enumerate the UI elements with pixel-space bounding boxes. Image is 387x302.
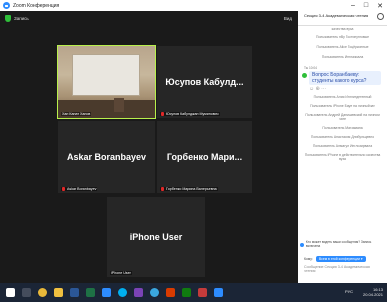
chrome-icon[interactable] (38, 288, 47, 297)
recording-label[interactable]: Запись (14, 16, 29, 21)
system-message: Пользователь Alice Гоцёрконные (316, 45, 369, 49)
avatar (302, 73, 307, 78)
zoom-icon[interactable] (102, 288, 111, 297)
participant-name-tag: Хан Канат Ханов (61, 112, 92, 116)
participant-name: Askar Boranbayev (67, 187, 97, 191)
word-icon[interactable] (70, 288, 79, 297)
system-message: Пользователь Алия Инглитдетенный (313, 95, 372, 99)
chat-panel: Секция 3-4 Академическая чтения качества… (298, 11, 387, 283)
video-tile[interactable]: Askar Boranbayev Askar Boranbayev (58, 121, 155, 193)
window-title: Zoom Конференция (13, 2, 60, 9)
window-controls: – □ ✕ (351, 0, 383, 11)
chair-in-video (114, 98, 124, 112)
recipient-row: Кому: Всем в этой конференции ▾ (304, 256, 366, 262)
clock[interactable]: 16:13 20.04.2021 (363, 287, 383, 297)
system-message: Пользователь iPhone Бауе на личныйчат (310, 104, 375, 108)
excel-icon[interactable] (86, 288, 95, 297)
skype-icon[interactable] (118, 288, 127, 297)
zoom-logo-icon (3, 2, 10, 9)
participant-name-tag: Askar Boranbayev (61, 187, 98, 191)
search-icon[interactable] (22, 288, 31, 297)
minimize-button[interactable]: – (351, 2, 355, 9)
participant-display-name: Юсупов Кабулд... (165, 77, 244, 87)
participant-display-name: iPhone User (129, 232, 183, 242)
mic-muted-icon (161, 112, 164, 116)
system-tray-language[interactable]: РУС (345, 289, 353, 294)
message-sender: Ты 10:04 (304, 66, 317, 70)
system-message: Пользователь Алмагул Инглозирвала (312, 144, 373, 148)
video-tile[interactable]: iPhone User iPhone User (107, 197, 205, 277)
participant-name: Юсупов Кабулджан Муминович (166, 112, 219, 116)
system-message: Пользователь Магзамана (322, 126, 363, 130)
participant-display-name: Askar Boranbayev (66, 152, 147, 162)
participant-display-name: Горбенко Мари... (166, 152, 243, 162)
system-message: Пользователь нBy Гостинунговые (316, 35, 369, 39)
camera-feed (58, 46, 155, 118)
window-titlebar: Zoom Конференция – □ ✕ (0, 0, 387, 11)
maximize-button[interactable]: □ (364, 2, 368, 9)
zoom-active-icon[interactable] (214, 288, 223, 297)
folder-icon[interactable] (54, 288, 63, 297)
participant-name: Хан Канат Ханов (62, 112, 91, 116)
chat-messages[interactable]: качества вуза Пользователь нBy Гостинунг… (298, 25, 387, 161)
view-button[interactable]: Вид (284, 16, 292, 21)
message-reactions[interactable]: ☺ ⊕ ··· (309, 86, 387, 92)
message-bubble[interactable]: Вопрос Боранбаеву: студенты какого курса… (309, 71, 381, 85)
system-message: Пользователь Анастасия Длибульцевно (310, 135, 375, 139)
participant-name-tag: Юсупов Кабулджан Муминович (160, 112, 220, 116)
chat-message[interactable]: Вопрос Боранбаеву: студенты какого курса… (302, 71, 387, 85)
info-icon (300, 242, 304, 247)
mic-muted-icon (62, 187, 65, 191)
shield-icon[interactable] (5, 14, 11, 22)
windows-taskbar: РУС 16:13 20.04.2021 (0, 283, 387, 302)
participant-name-tag: Горбенко Марина Валерьевна (160, 187, 218, 191)
app-icon[interactable] (182, 288, 191, 297)
windows-start-icon[interactable] (6, 288, 15, 297)
chat-input[interactable]: Сообщение Секция 3-4 Академическая чтени… (304, 265, 382, 273)
meeting-topbar: Запись Вид (0, 11, 298, 25)
recipient-dropdown[interactable]: Всем в этой конференции ▾ (315, 256, 366, 262)
app-icon[interactable] (134, 288, 143, 297)
whiteboard-in-video (72, 54, 140, 96)
video-tile[interactable]: Юсупов Кабулд... Юсупов Кабулджан Мумино… (157, 46, 252, 118)
chat-header: Секция 3-4 Академическая чтения (298, 11, 387, 26)
close-button[interactable]: ✕ (377, 2, 383, 10)
participant-name-tag: iPhone User (110, 271, 132, 275)
chat-visibility-note[interactable]: Кто может видеть ваши сообщения? Запись … (300, 240, 385, 248)
video-gallery: Запись Вид Хан Канат Ханов Юсупов Кабулд… (0, 11, 298, 283)
system-message: Пользователь Инглазиала (321, 55, 364, 59)
mic-muted-icon (161, 187, 164, 191)
recipient-label: Кому: (304, 257, 313, 261)
app-icon[interactable] (166, 288, 175, 297)
clock-date: 20.04.2021 (362, 292, 383, 297)
system-message: качества вуза (331, 27, 354, 31)
chat-visibility-text: Кто может видеть ваши сообщения? Запись … (305, 240, 372, 248)
video-tile[interactable]: Горбенко Мари... Горбенко Марина Валерье… (157, 121, 252, 193)
chat-title: Секция 3-4 Академическая чтения (304, 13, 369, 18)
participant-name: Горбенко Марина Валерьевна (166, 187, 217, 191)
popout-icon[interactable] (377, 13, 384, 20)
telegram-icon[interactable] (150, 288, 159, 297)
video-tile-active-speaker[interactable]: Хан Канат Ханов (57, 45, 156, 119)
app-icon[interactable] (198, 288, 207, 297)
participant-name: iPhone User (111, 271, 131, 275)
system-message: Пользователь Андрей Данишевский на лично… (305, 113, 380, 121)
system-message: Пользователь iPhone в действительно каче… (304, 153, 381, 161)
